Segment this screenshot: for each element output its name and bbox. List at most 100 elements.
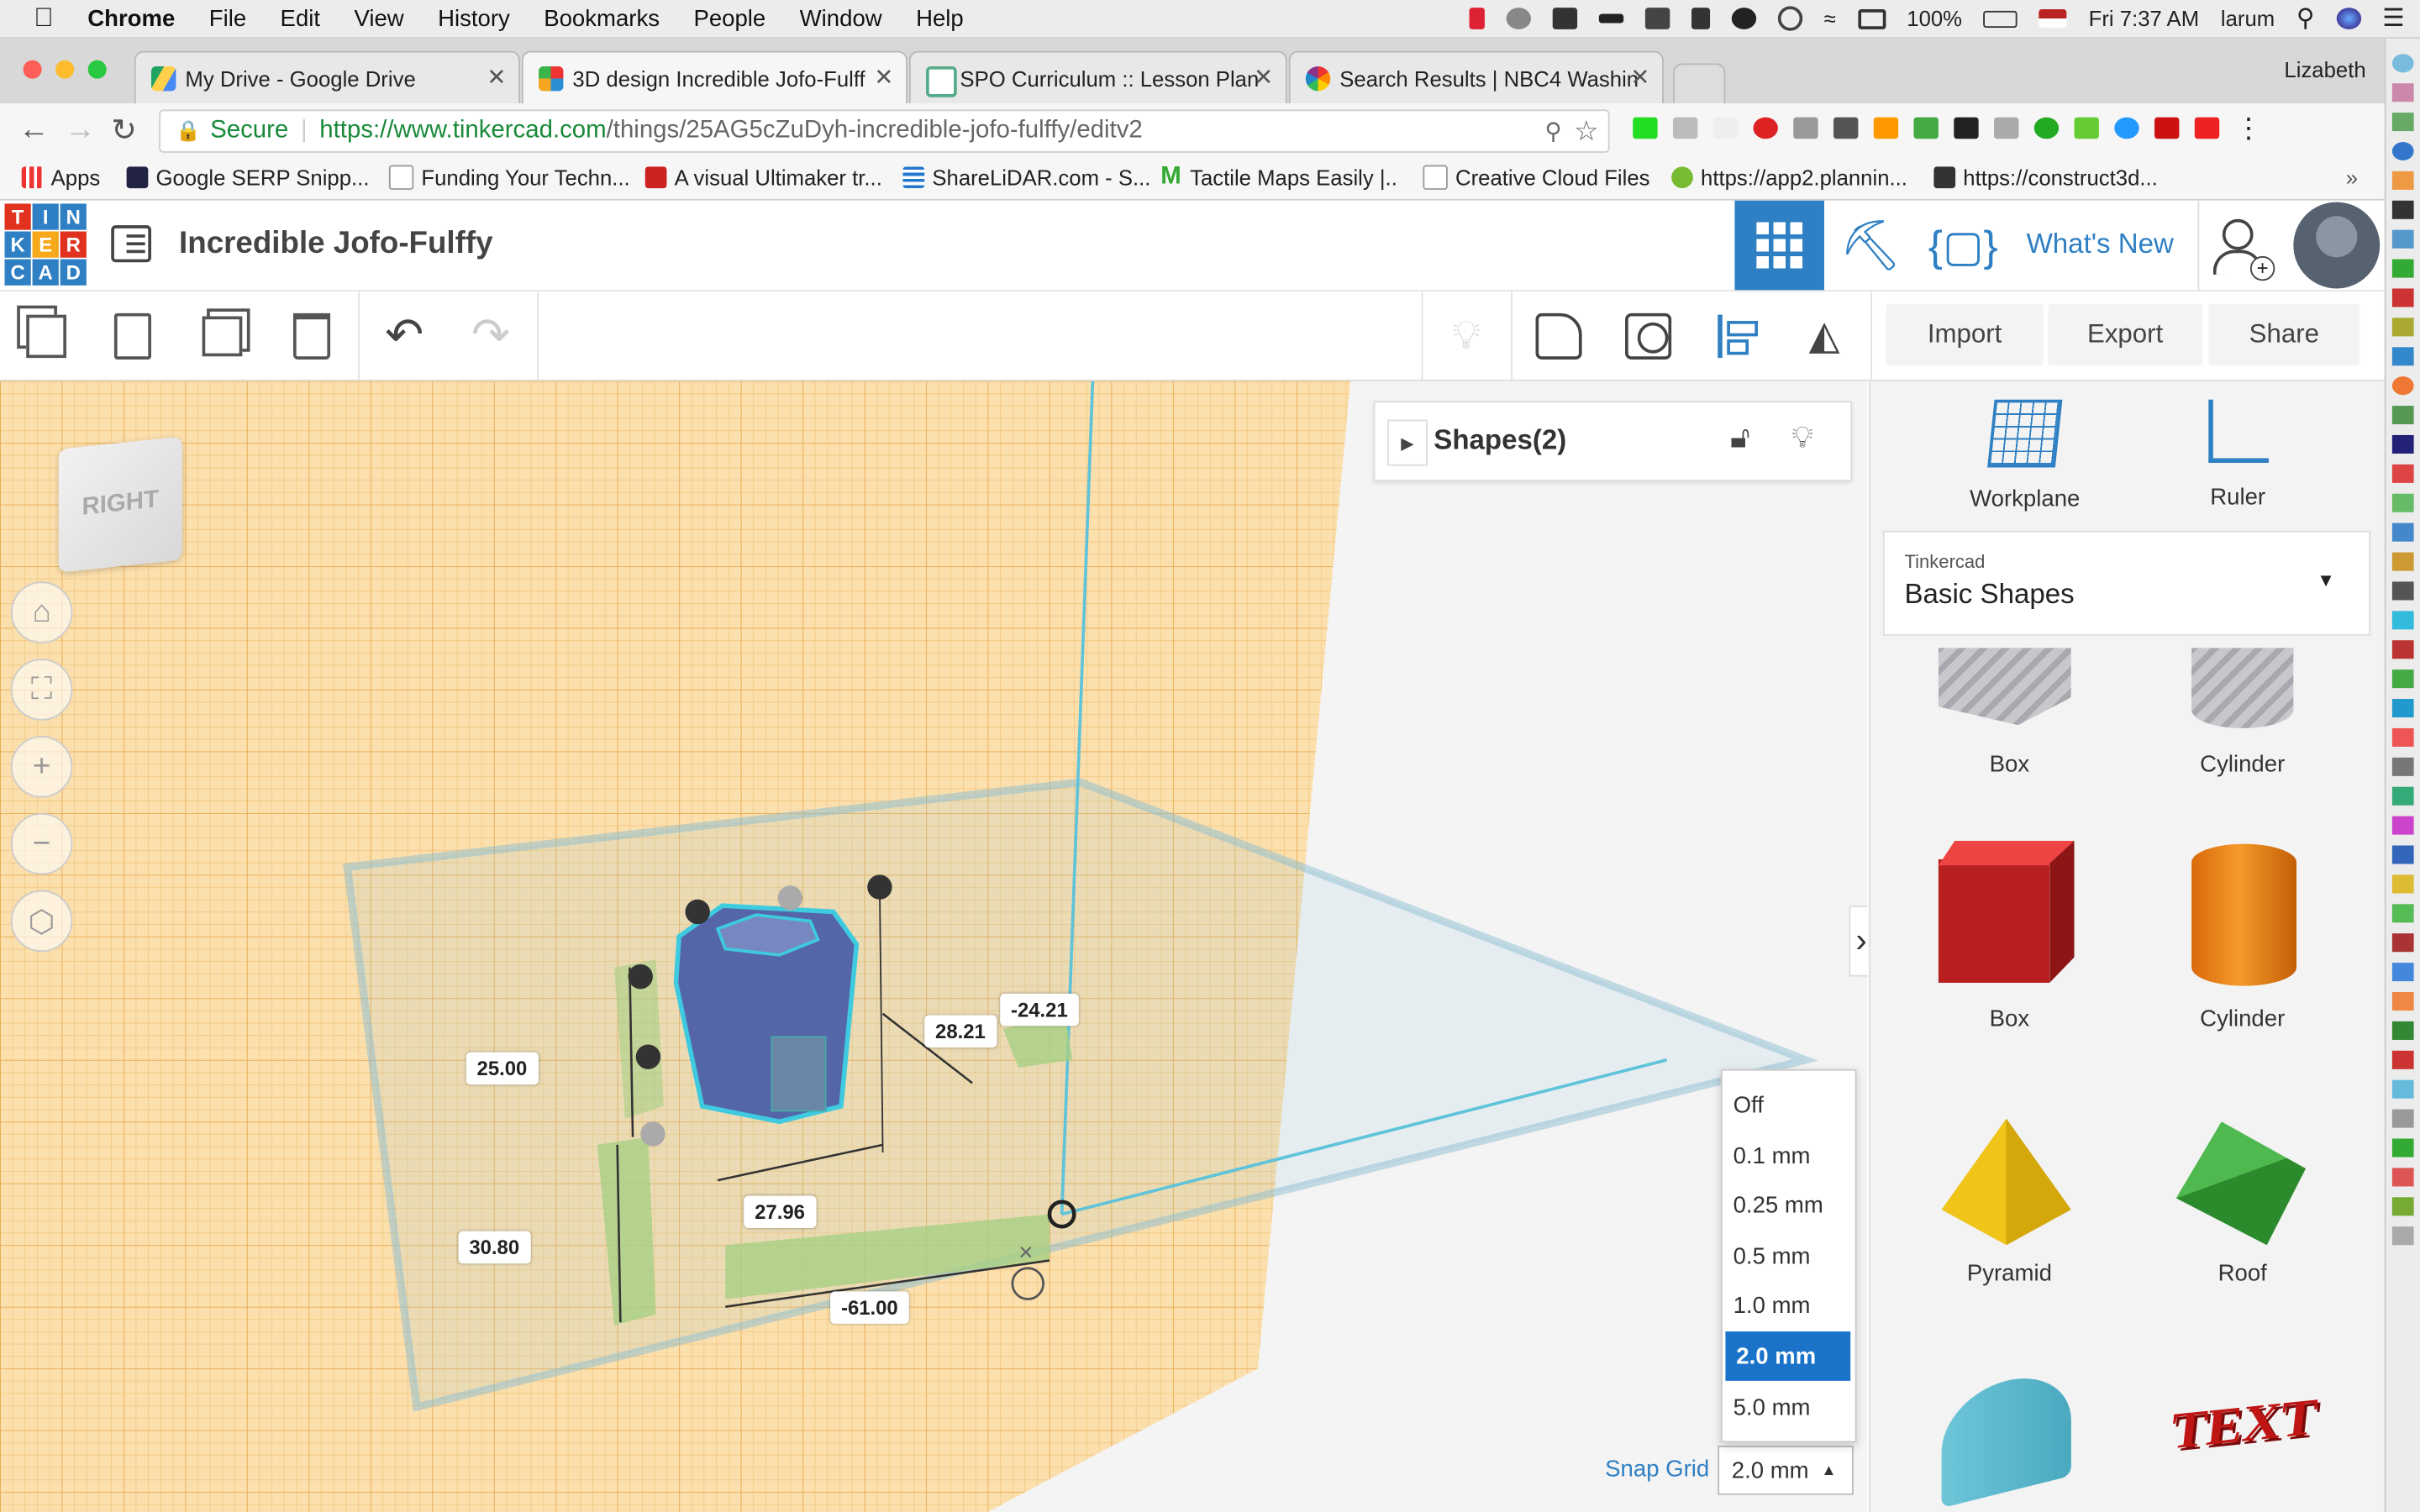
battery-bar-icon[interactable] [1598, 13, 1623, 24]
menu-people[interactable]: People [693, 5, 765, 31]
bookmark-tactile-maps[interactable]: M Tactile Maps Easily |.. [1160, 165, 1397, 190]
minimize-window-button[interactable] [55, 60, 75, 79]
bookmark-plannin[interactable]: https://app2.plannin... [1671, 165, 1907, 190]
ext-icon[interactable] [2391, 1021, 2414, 1040]
snap-option[interactable]: 1.0 mm [1723, 1280, 1855, 1330]
ext-icon[interactable] [2391, 1138, 2414, 1158]
ext-icon[interactable] [2391, 1226, 2414, 1246]
ext-icon[interactable] [2391, 1197, 2414, 1216]
perspective-button[interactable]: ⬡ [10, 890, 73, 953]
airplay-icon[interactable] [1857, 8, 1886, 29]
dimension-label[interactable]: 30.80 [458, 1231, 530, 1264]
bookmark-apps[interactable]: Apps [21, 165, 100, 190]
group-button[interactable] [1516, 291, 1602, 380]
snap-option[interactable]: 0.5 mm [1723, 1231, 1855, 1281]
cc-icon[interactable] [1506, 8, 1531, 29]
evernote-icon[interactable] [1731, 8, 1756, 29]
zoom-in-button[interactable]: + [10, 736, 73, 798]
share-button[interactable]: Share [2208, 303, 2360, 366]
ext-icon[interactable] [1793, 117, 1818, 139]
ext-icon[interactable] [2391, 141, 2414, 161]
mirror-button[interactable]: ◭ [1781, 291, 1868, 380]
close-icon[interactable]: ✕ [487, 63, 506, 91]
cylinder-shape[interactable] [2191, 843, 2297, 986]
tab-nbc4[interactable]: Search Results | NBC4 Washin ✕ [1288, 50, 1664, 104]
duplicate-button[interactable] [179, 291, 266, 380]
menu-edit[interactable]: Edit [281, 5, 320, 31]
time-machine-icon[interactable] [1777, 6, 1802, 31]
bookmark-ultimaker[interactable]: A visual Ultimaker tr... [644, 165, 882, 190]
notes-button[interactable]: 💡︎ [1423, 291, 1509, 380]
snap-option-selected[interactable]: 2.0 mm [1725, 1331, 1851, 1381]
menu-window[interactable]: Window [800, 5, 882, 31]
pinterest-icon[interactable] [1753, 117, 1778, 139]
profile-name[interactable]: Lizabeth [2284, 57, 2365, 81]
design-title[interactable]: Incredible Jofo-Fulffy [179, 227, 492, 262]
new-tab-button[interactable] [1672, 63, 1726, 104]
fit-view-button[interactable]: ⛶ [10, 659, 73, 721]
menu-bookmarks[interactable]: Bookmarks [544, 5, 660, 31]
ext-icon[interactable] [2391, 874, 2414, 894]
pyramid-shape[interactable] [1941, 1118, 2071, 1246]
ext-icon[interactable] [2391, 669, 2414, 689]
dimension-label[interactable]: 28.21 [924, 1015, 997, 1048]
back-icon[interactable]: ← [18, 113, 50, 148]
workplane-canvas[interactable]: × [0, 381, 1867, 1512]
paste-button[interactable] [90, 291, 176, 380]
view-cube[interactable]: RIGHT [58, 436, 182, 573]
ext-icon[interactable] [2391, 434, 2414, 454]
reload-icon[interactable]: ↻ [111, 111, 137, 150]
ext-icon[interactable] [2391, 845, 2414, 864]
snap-option[interactable]: 5.0 mm [1723, 1383, 1855, 1432]
design-list-icon[interactable] [111, 225, 151, 263]
clock[interactable]: Fri 7:37 AM [2089, 6, 2199, 30]
3d-view-button[interactable] [1734, 200, 1824, 291]
import-button[interactable]: Import [1886, 303, 2044, 366]
whats-new-link[interactable]: What's New [2027, 228, 2174, 261]
chrome-menu-icon[interactable]: ⋮ [2235, 114, 2263, 142]
ext-icon[interactable] [2391, 963, 2414, 982]
ext-icon[interactable] [2391, 464, 2414, 483]
forward-icon[interactable]: → [65, 113, 96, 148]
user-name[interactable]: larum [2221, 6, 2275, 30]
bookmark-serp[interactable]: Google SERP Snipp... [126, 165, 370, 190]
bookmarks-overflow-icon[interactable]: » [2346, 165, 2358, 190]
export-button[interactable]: Export [2048, 303, 2202, 366]
ext-icon[interactable] [2194, 117, 2220, 139]
ext-icon[interactable] [2391, 727, 2414, 747]
ext-icon[interactable] [2391, 288, 2414, 307]
ext-icon[interactable] [1672, 117, 1698, 139]
tab-google-drive[interactable]: My Drive - Google Drive ✕ [134, 50, 520, 104]
menu-help[interactable]: Help [916, 5, 964, 31]
flag-icon[interactable] [2039, 9, 2067, 29]
ext-icon[interactable] [2391, 171, 2414, 190]
bookmark-construct3d[interactable]: https://construct3d... [1933, 165, 2158, 190]
box-shape[interactable] [1938, 841, 2075, 989]
spotlight-icon[interactable]: ⚲ [2296, 3, 2315, 34]
camera-icon[interactable] [1644, 8, 1670, 29]
amazon-icon[interactable] [1954, 117, 1979, 139]
height-handle[interactable] [640, 1121, 666, 1147]
ruler-tool[interactable]: Ruler [2145, 396, 2330, 520]
snap-option[interactable]: Off [1723, 1080, 1855, 1130]
resize-handle[interactable] [628, 963, 653, 990]
home-view-button[interactable]: ⌂ [10, 581, 73, 643]
add-user-icon[interactable]: + [2210, 216, 2278, 284]
snap-option[interactable]: 0.25 mm [1723, 1180, 1855, 1230]
close-icon[interactable]: × [1018, 1239, 1033, 1267]
round-roof-shape[interactable] [1941, 1364, 2071, 1509]
ext-icon[interactable] [2391, 640, 2414, 659]
menu-file[interactable]: File [209, 5, 246, 31]
dimension-label[interactable]: -61.00 [830, 1291, 909, 1324]
drive-icon[interactable] [1552, 8, 1577, 29]
wifi-icon[interactable]: ≈ [1824, 6, 1836, 30]
apple-icon[interactable]:  [34, 3, 53, 34]
twitter-icon[interactable] [2114, 117, 2139, 139]
hole-shape[interactable] [771, 1036, 827, 1112]
battery-icon[interactable] [1983, 9, 2018, 28]
blocks-button[interactable]: ⛏ [1826, 201, 1916, 291]
menu-view[interactable]: View [354, 5, 403, 31]
ext-icon[interactable] [2391, 113, 2414, 132]
snap-option[interactable]: 0.1 mm [1723, 1131, 1855, 1180]
ext-icon[interactable] [1873, 117, 1899, 139]
